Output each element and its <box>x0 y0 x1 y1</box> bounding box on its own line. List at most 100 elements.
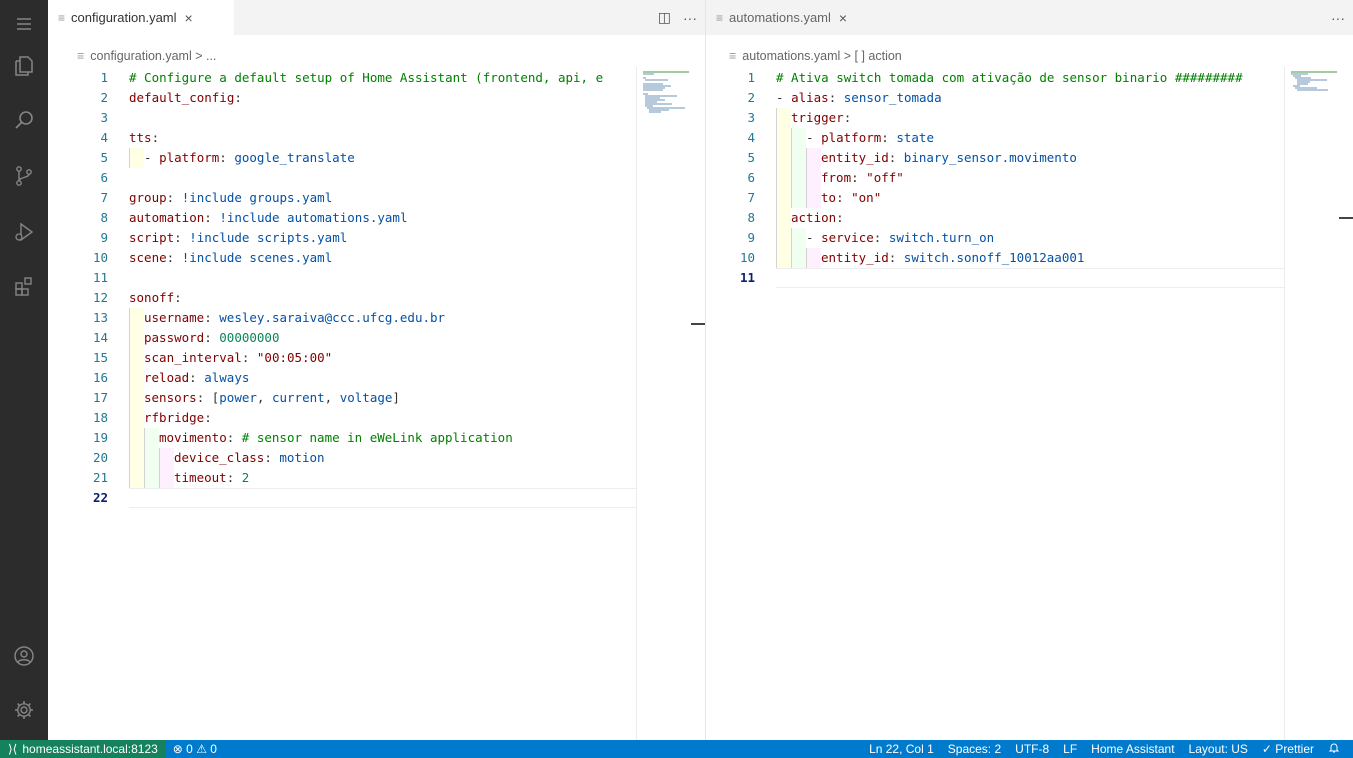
code-line[interactable]: 2 default_config: <box>48 88 636 108</box>
code-token: : <box>843 110 852 125</box>
code-token: entity_id <box>821 150 889 165</box>
indent-guide <box>791 128 806 148</box>
code-token: : <box>166 190 182 205</box>
code-line[interactable]: 4 tts: <box>48 128 636 148</box>
file-icon: ≡ <box>77 49 85 63</box>
line-number: 11 <box>739 270 755 285</box>
line-number: 8 <box>747 210 755 225</box>
line-number: 10 <box>739 250 755 265</box>
line-number: 22 <box>92 490 108 505</box>
code-editor[interactable]: 1 # Ativa switch tomada com ativação de s… <box>706 68 1284 288</box>
source-control-icon[interactable] <box>0 152 48 200</box>
scrollbar-thumb[interactable] <box>691 323 705 325</box>
more-actions-icon[interactable]: ··· <box>683 10 697 26</box>
settings-gear-icon[interactable] <box>0 686 48 734</box>
prettier-status[interactable]: ✓ Prettier <box>1255 742 1321 756</box>
scrollbar-thumb[interactable] <box>1339 217 1353 219</box>
breadcrumb[interactable]: ≡ automations.yaml > [ ] action <box>729 45 902 67</box>
breadcrumb[interactable]: ≡ configuration.yaml > ... <box>77 45 216 67</box>
code-line[interactable]: 10 entity_id: switch.sonoff_10012aa001 <box>706 248 1273 268</box>
code-line[interactable]: 11 <box>48 268 636 288</box>
code-token: : <box>204 210 220 225</box>
code-line[interactable]: 8 automation: !include automations.yaml <box>48 208 636 228</box>
code-line[interactable]: 22 <box>48 488 636 508</box>
code-token: timeout <box>174 470 227 485</box>
code-editor[interactable]: 1 # Configure a default setup of Home Ass… <box>48 68 636 508</box>
more-actions-icon[interactable]: ··· <box>1331 10 1345 26</box>
code-token: script <box>129 230 175 245</box>
code-line[interactable]: 8 action: <box>706 208 1273 228</box>
code-token: # Ativa switch tomada com ativação de se… <box>776 70 1243 85</box>
indentation[interactable]: Spaces: 2 <box>941 742 1008 756</box>
code-token: from <box>821 170 852 185</box>
code-line[interactable]: 15 scan_interval: "00:05:00" <box>48 348 636 368</box>
code-line[interactable]: 3 <box>48 108 636 128</box>
code-line[interactable]: 10 scene: !include scenes.yaml <box>48 248 636 268</box>
code-line[interactable]: 12 sonoff: <box>48 288 636 308</box>
code-line[interactable]: 7 to: "on" <box>706 188 1273 208</box>
code-token: : <box>226 470 242 485</box>
code-token: !include scenes.yaml <box>181 250 333 265</box>
code-line[interactable]: 9 - service: switch.turn_on <box>706 228 1273 248</box>
code-line[interactable]: 19 movimento: # sensor name in eWeLink ap… <box>48 428 636 448</box>
tab-automations-yaml[interactable]: ≡ automations.yaml × <box>706 0 878 35</box>
close-icon[interactable]: × <box>839 10 847 26</box>
code-token: - <box>776 90 792 105</box>
end-of-line[interactable]: LF <box>1056 742 1084 756</box>
code-token: - <box>806 130 822 145</box>
indent-guide <box>129 468 144 488</box>
search-icon[interactable] <box>0 96 48 144</box>
line-number: 9 <box>100 230 108 245</box>
code-line[interactable]: 5 - platform: google_translate <box>48 148 636 168</box>
encoding[interactable]: UTF-8 <box>1008 742 1056 756</box>
code-line[interactable]: 17 sensors: [power, current, voltage] <box>48 388 636 408</box>
remote-indicator[interactable]: ⟩⟨ homeassistant.local:8123 <box>0 740 166 758</box>
split-editor-icon[interactable]: ◫ <box>658 9 671 26</box>
keyboard-layout[interactable]: Layout: US <box>1182 742 1255 756</box>
indent-guide <box>129 348 144 368</box>
code-line[interactable]: 11 <box>706 268 1284 288</box>
notifications-bell-icon[interactable] <box>1321 742 1347 757</box>
code-line[interactable]: 14 password: 00000000 <box>48 328 636 348</box>
code-line[interactable]: 9 script: !include scripts.yaml <box>48 228 636 248</box>
code-line[interactable]: 3 trigger: <box>706 108 1273 128</box>
close-icon[interactable]: × <box>185 10 193 26</box>
minimap-line <box>1297 89 1328 91</box>
code-line[interactable]: 4 - platform: state <box>706 128 1273 148</box>
line-number: 10 <box>92 250 108 265</box>
indent-guide <box>806 248 821 268</box>
code-line[interactable]: 20 device_class: motion <box>48 448 636 468</box>
code-line[interactable]: 21 timeout: 2 <box>48 468 636 488</box>
code-token: switch.sonoff_10012aa001 <box>903 250 1085 265</box>
code-line[interactable]: 16 reload: always <box>48 368 636 388</box>
code-line[interactable]: 2 - alias: sensor_tomada <box>706 88 1273 108</box>
tab-configuration-yaml[interactable]: ≡ configuration.yaml × <box>48 0 234 35</box>
code-line[interactable]: 7 group: !include groups.yaml <box>48 188 636 208</box>
code-line[interactable]: 1 # Ativa switch tomada com ativação de s… <box>706 68 1273 88</box>
problems-indicator[interactable]: ⊗ 0 ⚠ 0 <box>166 742 224 756</box>
code-line[interactable]: 18 rfbridge: <box>48 408 636 428</box>
code-line[interactable]: 1 # Configure a default setup of Home Ass… <box>48 68 636 88</box>
run-debug-icon[interactable] <box>0 208 48 256</box>
line-number: 19 <box>92 430 108 445</box>
minimap[interactable] <box>1284 67 1338 740</box>
line-text: device_class: motion <box>129 448 325 468</box>
indent-guide <box>776 128 791 148</box>
account-icon[interactable] <box>0 632 48 680</box>
cursor-position[interactable]: Ln 22, Col 1 <box>862 742 941 756</box>
indent-guide <box>144 428 159 448</box>
menu-icon[interactable] <box>0 0 48 48</box>
code-line[interactable]: 13 username: wesley.saraiva@ccc.ufcg.edu.… <box>48 308 636 328</box>
code-line[interactable]: 6 <box>48 168 636 188</box>
breadcrumb-text: configuration.yaml > ... <box>90 49 217 63</box>
current-line-highlight <box>776 268 1284 288</box>
extensions-icon[interactable] <box>0 262 48 310</box>
code-token: , <box>324 390 340 405</box>
language-mode[interactable]: Home Assistant <box>1084 742 1181 756</box>
status-bar: ⟩⟨ homeassistant.local:8123 ⊗ 0 ⚠ 0 Ln 2… <box>0 740 1353 758</box>
code-line[interactable]: 5 entity_id: binary_sensor.movimento <box>706 148 1273 168</box>
minimap[interactable] <box>636 67 690 740</box>
explorer-icon[interactable] <box>0 42 48 90</box>
line-number: 13 <box>92 310 108 325</box>
code-line[interactable]: 6 from: "off" <box>706 168 1273 188</box>
